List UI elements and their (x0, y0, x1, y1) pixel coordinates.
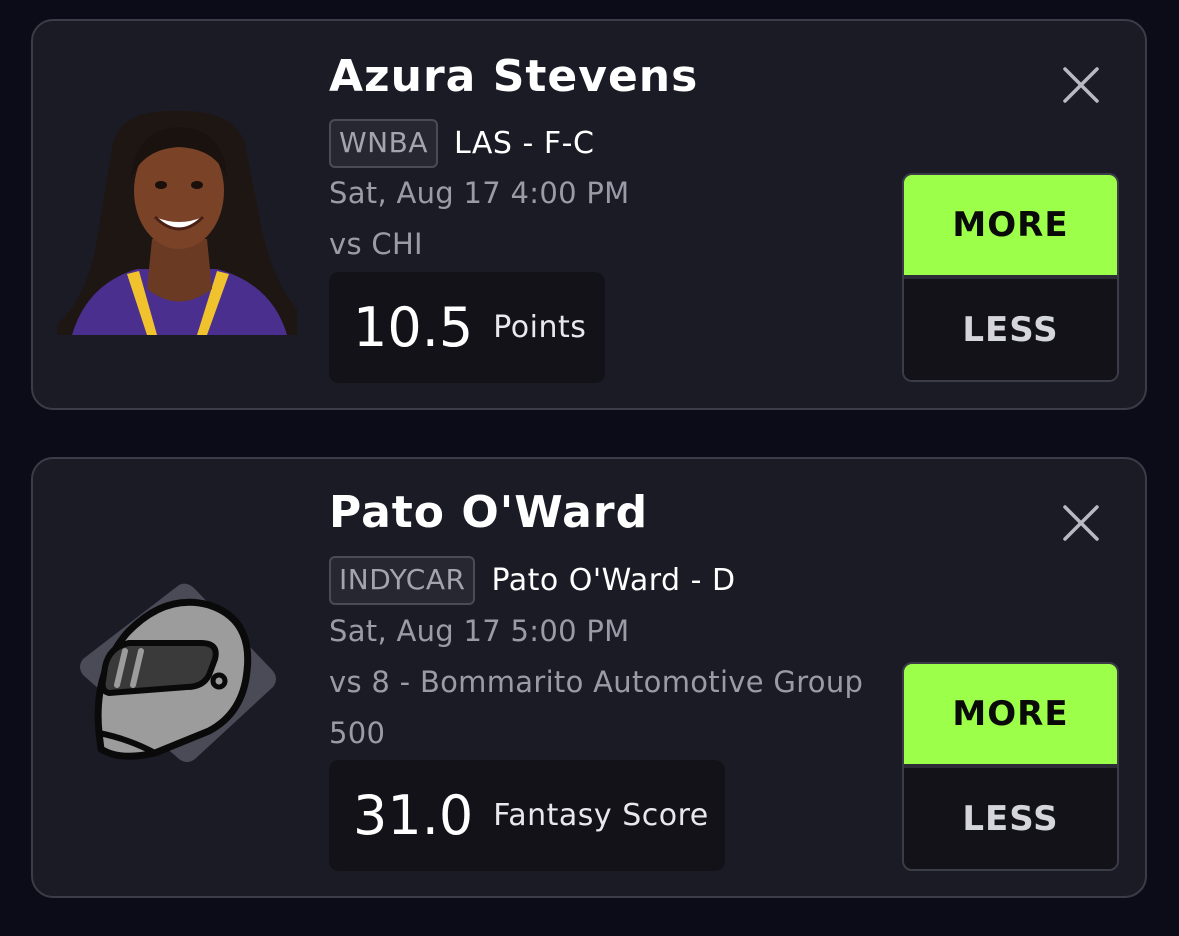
player-name: Azura Stevens (329, 51, 699, 102)
line-value: 31.0 (353, 784, 474, 847)
opponent: vs 8 - Bommarito Automotive Group 500 (329, 665, 864, 750)
player-meta: WNBA LAS - F-C (329, 119, 594, 168)
team-position: Pato O'Ward - D (491, 563, 736, 598)
league-badge: WNBA (329, 119, 438, 168)
line-value: 10.5 (353, 296, 474, 359)
close-icon[interactable] (1061, 503, 1101, 543)
league-badge: INDYCAR (329, 556, 476, 605)
more-button[interactable]: MORE (904, 175, 1117, 279)
game-time: Sat, Aug 17 5:00 PM (329, 614, 630, 648)
opponent: vs CHI (329, 227, 423, 261)
racing-helmet-icon (69, 563, 289, 763)
stat-type: Fantasy Score (493, 798, 709, 833)
player-meta: INDYCAR Pato O'Ward - D (329, 556, 736, 605)
projection-line: 10.5 Points (329, 272, 605, 383)
close-icon[interactable] (1061, 65, 1101, 105)
less-button[interactable]: LESS (904, 279, 1117, 380)
player-card: Pato O'Ward INDYCAR Pato O'Ward - D Sat,… (31, 457, 1147, 898)
pick-toggle: MORE LESS (902, 662, 1119, 871)
less-button[interactable]: LESS (904, 768, 1117, 869)
game-time: Sat, Aug 17 4:00 PM (329, 176, 630, 210)
pick-toggle: MORE LESS (902, 173, 1119, 382)
team-position: LAS - F-C (454, 126, 595, 161)
player-card: Azura Stevens WNBA LAS - F-C Sat, Aug 17… (31, 19, 1147, 410)
more-button[interactable]: MORE (904, 664, 1117, 768)
projection-line: 31.0 Fantasy Score (329, 760, 725, 871)
stat-type: Points (493, 310, 587, 345)
player-photo (57, 109, 299, 335)
player-name: Pato O'Ward (329, 487, 649, 538)
